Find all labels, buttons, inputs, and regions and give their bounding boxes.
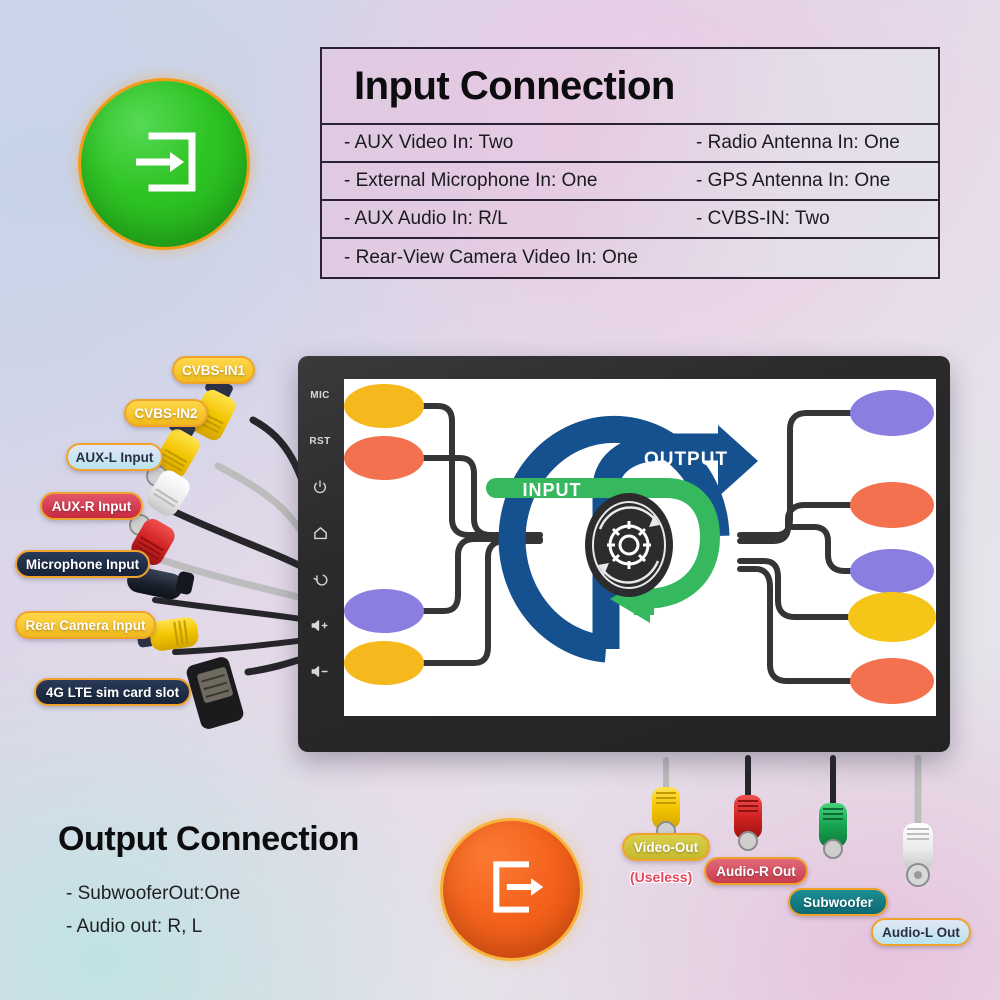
label-cvbs-in1[interactable]: CVBS-IN1	[172, 356, 255, 384]
table-row: - AUX Video In: Two - Radio Antenna In: …	[322, 125, 938, 163]
label-audio-l-out[interactable]: Audio-L Out	[871, 918, 971, 946]
label-sim-card-slot[interactable]: 4G LTE sim card slot	[34, 678, 191, 706]
login-arrow-icon	[118, 116, 210, 213]
input-spec-aux-audio: - AUX Audio In: R/L	[344, 208, 508, 229]
input-spec-aux-video: - AUX Video In: Two	[344, 132, 514, 153]
input-panel-header: Input Connection	[322, 49, 938, 125]
label-aux-r-input[interactable]: AUX-R Input	[40, 492, 143, 520]
input-badge	[78, 78, 250, 250]
head-unit-screen: OUTPUT INPUT	[344, 379, 936, 716]
output-connection-block: Output Connection - SubwooferOut:One - A…	[58, 820, 418, 938]
input-arrow-label: INPUT	[523, 480, 582, 500]
label-audio-r-out[interactable]: Audio-R Out	[704, 857, 808, 885]
node-right-3	[850, 549, 934, 593]
output-spec-audio: - Audio out: R, L	[66, 916, 203, 937]
volume-down-button[interactable]	[298, 648, 342, 694]
label-subwoofer[interactable]: Subwoofer	[788, 888, 888, 916]
sim-card-slot	[186, 657, 244, 729]
bezel-button-column: MIC RST	[298, 356, 342, 752]
green-rca-connector-out	[819, 803, 847, 859]
table-row: - AUX Audio In: R/L - CVBS-IN: Two	[322, 201, 938, 239]
white-rca-connector-out	[903, 823, 933, 887]
label-useless-note: (Useless)	[630, 869, 693, 885]
input-spec-rear-camera: - Rear-View Camera Video In: One	[344, 247, 638, 268]
white-rca-connector-in	[146, 465, 190, 517]
output-arrow-label: OUTPUT	[644, 449, 728, 470]
node-right-1	[850, 390, 934, 436]
volume-up-button[interactable]	[298, 602, 342, 648]
red-rca-connector-out	[734, 795, 762, 851]
home-button[interactable]	[298, 510, 342, 556]
car-head-unit: MIC RST OUTPUT INPUT	[298, 356, 950, 752]
node-left-4	[344, 641, 424, 685]
table-row: - Rear-View Camera Video In: One	[322, 239, 938, 277]
node-right-2	[850, 482, 934, 528]
label-microphone-input[interactable]: Microphone Input	[15, 550, 150, 578]
output-badge	[440, 818, 583, 961]
input-spec-ext-mic: - External Microphone In: One	[344, 170, 598, 191]
output-spec-subwoofer: - SubwooferOut:One	[66, 883, 241, 904]
label-aux-l-input[interactable]: AUX-L Input	[66, 443, 163, 471]
label-video-out[interactable]: Video-Out	[622, 833, 710, 861]
input-spec-radio-antenna: - Radio Antenna In: One	[696, 132, 900, 153]
node-right-4	[848, 592, 936, 642]
logout-arrow-icon	[472, 847, 552, 932]
reset-button[interactable]: RST	[298, 418, 342, 464]
back-button[interactable]	[298, 556, 342, 602]
node-left-3	[344, 589, 424, 633]
input-connection-panel: Input Connection - AUX Video In: Two - R…	[320, 47, 940, 279]
io-flow-diagram: OUTPUT INPUT	[344, 384, 936, 704]
page-title: Input Connection	[354, 63, 675, 108]
node-right-5	[850, 658, 934, 704]
input-spec-cvbs-in: - CVBS-IN: Two	[696, 208, 830, 229]
table-row: - External Microphone In: One - GPS Ante…	[322, 163, 938, 201]
mic-button[interactable]: MIC	[298, 372, 342, 418]
power-button[interactable]	[298, 464, 342, 510]
input-spec-gps-antenna: - GPS Antenna In: One	[696, 170, 891, 191]
output-title: Output Connection	[58, 820, 360, 858]
label-cvbs-in2[interactable]: CVBS-IN2	[124, 399, 208, 427]
label-rear-camera-input[interactable]: Rear Camera Input	[15, 611, 156, 639]
node-left-2	[344, 436, 424, 480]
node-left-1	[344, 384, 424, 428]
gear-cycle-icon	[585, 493, 673, 597]
